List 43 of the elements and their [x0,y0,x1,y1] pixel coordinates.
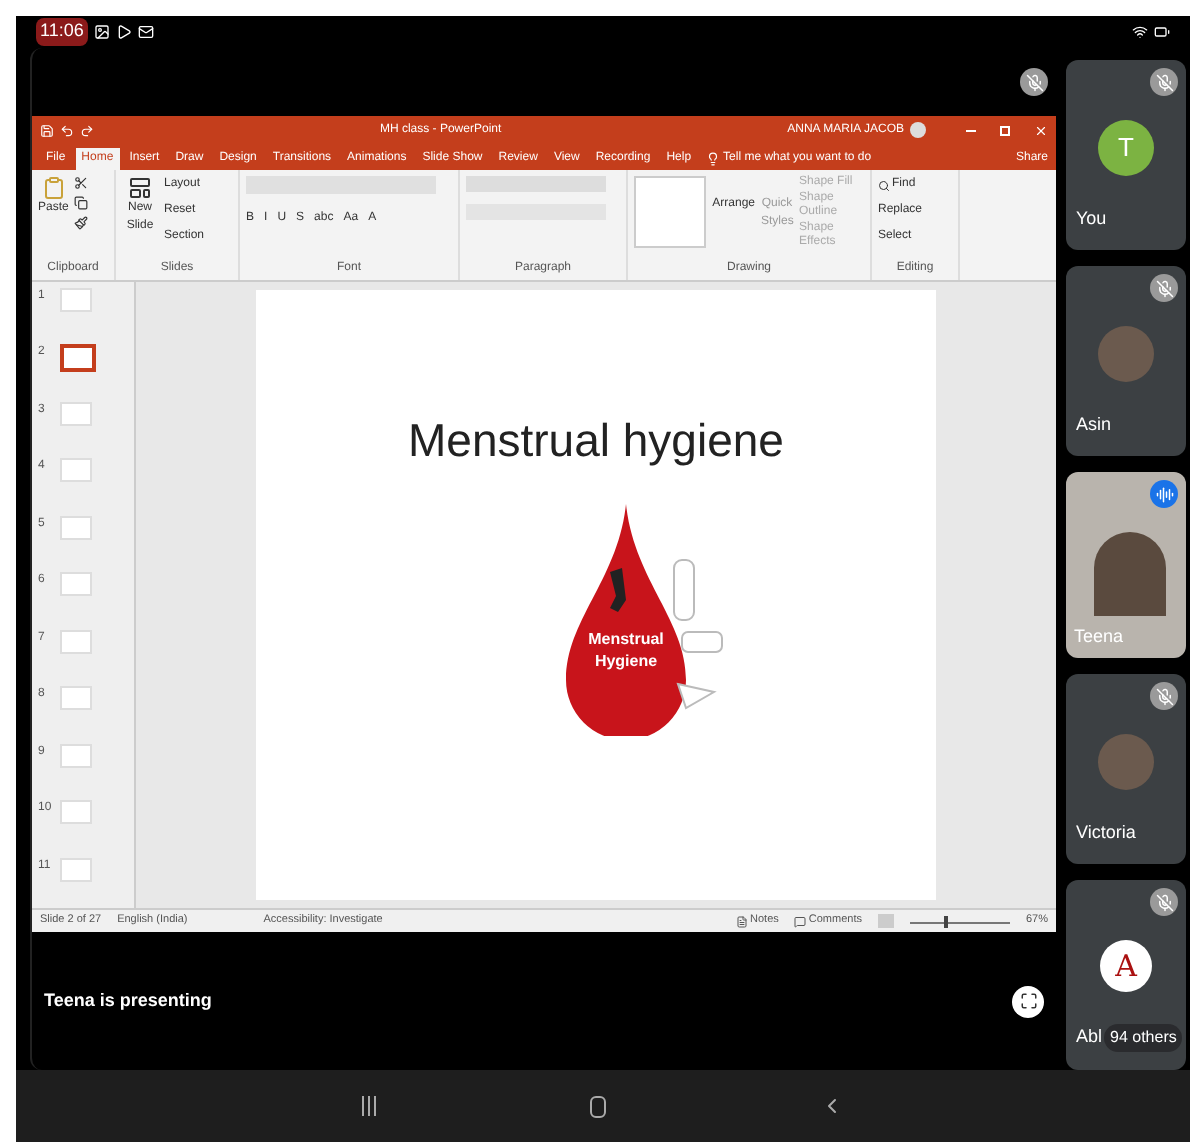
copy-icon[interactable] [74,196,89,210]
clock: 11:06 [36,18,88,46]
avatar-photo-placeholder [1098,734,1154,790]
notes-icon [736,915,749,927]
others-count[interactable]: 94 others [1104,1024,1183,1052]
comment-icon [794,915,807,927]
undo-icon[interactable] [60,123,74,137]
gallery-icon [93,24,110,40]
participant-name: Asin [1076,411,1112,437]
mail-icon [137,24,154,40]
user-avatar [910,122,926,138]
lightbulb-icon [705,152,720,166]
slider-thumb[interactable] [943,915,948,927]
minimize-icon[interactable] [966,129,976,131]
home-icon[interactable] [589,1095,606,1117]
wifi-icon [1132,24,1148,40]
avatar-photo-placeholder [1098,326,1154,382]
close-icon[interactable] [1034,123,1048,137]
search-icon [878,179,890,191]
slide-thumbnail[interactable] [60,344,96,373]
clipboard-icon [41,176,66,200]
participant-name: You [1076,205,1107,231]
zoom-slider[interactable] [909,915,1010,927]
fullscreen-icon [1019,992,1037,1010]
avatar: A [1100,940,1152,992]
logo-text: Menstrual Hygiene [586,627,666,671]
redo-icon[interactable] [80,123,94,137]
presenting-label: Teena is presenting [44,987,214,1014]
participant-name: Teena [1074,623,1124,649]
video-placeholder [1094,532,1166,616]
cut-icon[interactable] [74,176,89,190]
participant-name: Victoria [1076,819,1136,845]
recent-apps-icon[interactable] [362,1096,377,1116]
participant-name: Abl [1076,1024,1103,1051]
fullscreen-button[interactable] [1012,985,1044,1017]
avatar: T [1098,120,1154,176]
slide-layout-icon [128,176,152,200]
battery-icon [1154,24,1170,40]
format-painter-icon[interactable] [74,216,89,230]
play-icon [115,24,132,40]
slide-title: Menstrual hygiene [408,412,784,470]
save-icon[interactable] [40,123,54,137]
maximize-icon[interactable] [1000,125,1010,135]
